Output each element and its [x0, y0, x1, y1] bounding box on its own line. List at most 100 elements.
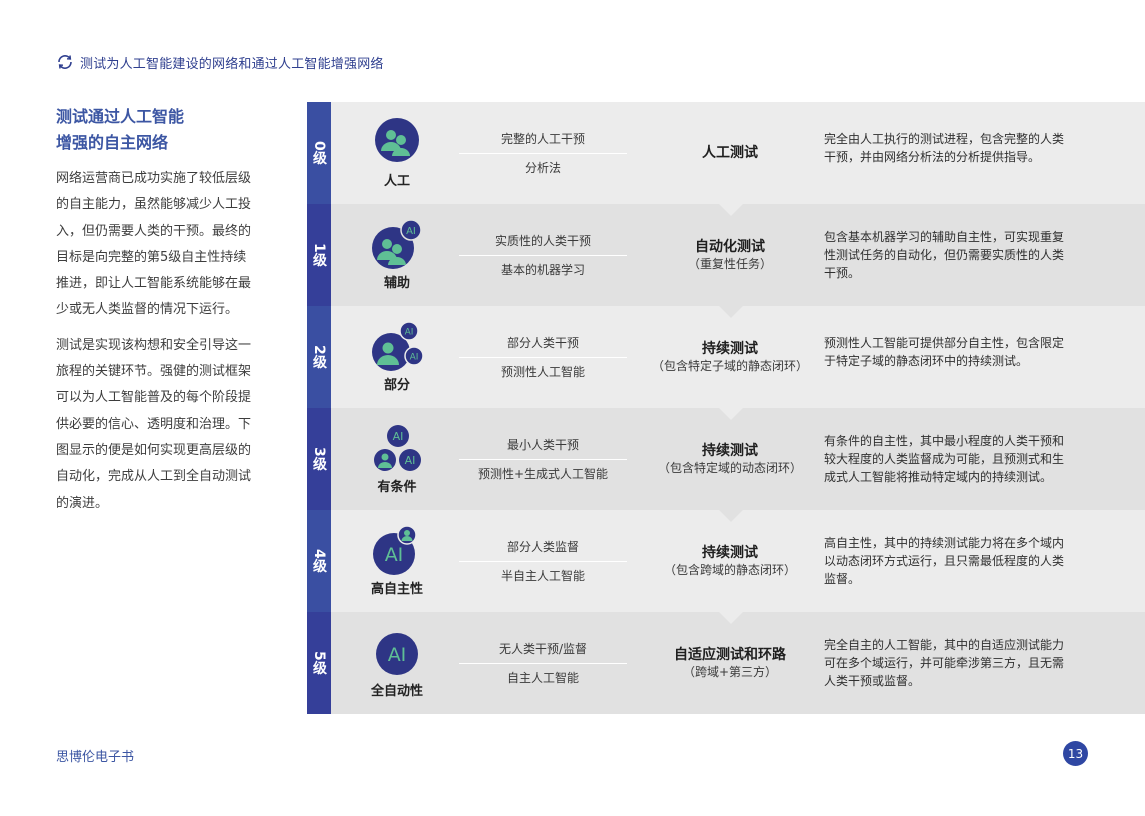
level-name: 有条件 [377, 479, 417, 495]
ai-capability: 基本的机器学习 [500, 262, 585, 277]
level-name: 全自动性 [370, 683, 423, 699]
human-intervention: 无人类干预/监督 [498, 641, 588, 656]
level-row-2: 2级 AI AI 部分 部分人类干预 预测性人工智能 持续测试 （包含特定子域的… [307, 306, 1145, 408]
description-column: 有条件的自主性，其中最小程度的人类干预和较大程度的人类监督成为可能，且预测式和生… [824, 408, 1074, 510]
ai-capability: 自主人工智能 [506, 670, 579, 685]
intervention-column: 实质性的人类干预 基本的机器学习 [459, 204, 627, 306]
level-row-4: 4级 AI 高自主性 部分人类监督 半自主人工智能 持续测试 （包含跨域的静态闭… [307, 510, 1145, 612]
test-mode-detail: （包含特定域的动态闭环） [657, 461, 802, 475]
section-title-line2: 增强的自主网络 [56, 133, 169, 152]
svg-text:AI: AI [410, 352, 419, 362]
test-mode: 自适应测试和环路 [674, 647, 786, 663]
person-two-ai-icon: AI AI [367, 320, 427, 372]
level-description: 有条件的自主性，其中最小程度的人类干预和较大程度的人类监督成为可能，且预测式和生… [824, 434, 1065, 484]
two-people-one-ai-icon: AI [367, 218, 427, 270]
divider [459, 560, 627, 562]
ai-capability: 预测性+生成式人工智能 [477, 466, 609, 481]
level-bar: 4级 [307, 510, 331, 612]
level-label: 2级 [311, 345, 327, 369]
level-row-3: 3级 AI AI 有条件 最小人类干预 预测性+生成式人工智能 持续测试 （包含… [307, 408, 1145, 510]
header-title: 测试为人工智能建设的网络和通过人工智能增强网络 [80, 56, 384, 72]
level-label: 1级 [311, 243, 327, 267]
svg-text:AI: AI [385, 544, 404, 566]
test-mode-detail: （包含特定子域的静态闭环） [651, 359, 808, 373]
page-number: 13 [1063, 741, 1088, 766]
test-mode: 持续测试 [702, 341, 758, 357]
test-mode-column: 持续测试 （包含特定子域的静态闭环） [637, 306, 823, 408]
level-bar: 3级 [307, 408, 331, 510]
test-mode-detail: （包含跨域的静态闭环） [663, 563, 796, 577]
refresh-icon [56, 53, 74, 71]
human-intervention: 部分人类干预 [506, 335, 579, 350]
divider [459, 152, 627, 154]
page-header: 测试为人工智能建设的网络和通过人工智能增强网络 [56, 52, 384, 72]
divider [459, 458, 627, 460]
divider [459, 356, 627, 358]
two-people-icon [367, 117, 427, 168]
level-label: 4级 [311, 549, 327, 573]
intervention-column: 部分人类干预 预测性人工智能 [459, 306, 627, 408]
human-intervention: 完整的人工干预 [500, 131, 585, 146]
svg-text:AI: AI [405, 454, 416, 467]
level-name: 部分 [383, 377, 410, 393]
svg-text:AI: AI [388, 644, 407, 666]
section-title-line1: 测试通过人工智能 [56, 107, 185, 126]
level-icon-column: AI 全自动性 [357, 612, 437, 714]
level-row-0: 0级 人工 完整的人工干预 分析法 人工测试 完全由人工执行的测试进程，包含完整… [307, 102, 1145, 204]
level-bar: 5级 [307, 612, 331, 714]
ai-capability: 分析法 [524, 160, 561, 175]
human-intervention: 最小人类干预 [506, 437, 579, 452]
level-name: 辅助 [383, 275, 410, 291]
level-label: 5级 [311, 651, 327, 675]
level-bar: 0级 [307, 102, 331, 204]
description-column: 高自主性，其中的持续测试能力将在多个域内以动态闭环方式运行，且只需最低程度的人类… [824, 510, 1074, 612]
test-mode-column: 持续测试 （包含特定域的动态闭环） [637, 408, 823, 510]
test-mode-column: 持续测试 （包含跨域的静态闭环） [637, 510, 823, 612]
divider [459, 662, 627, 664]
test-mode-column: 自适应测试和环路 （跨域+第三方） [637, 612, 823, 714]
intervention-column: 无人类干预/监督 自主人工智能 [459, 612, 627, 714]
level-icon-column: AI AI 部分 [357, 306, 437, 408]
level-bar: 1级 [307, 204, 331, 306]
test-mode: 持续测试 [702, 443, 758, 459]
test-mode: 自动化测试 [695, 239, 765, 255]
level-icon-column: 人工 [357, 102, 437, 204]
intervention-column: 最小人类干预 预测性+生成式人工智能 [459, 408, 627, 510]
level-icon-column: AI 辅助 [357, 204, 437, 306]
small-person-two-ai-icon: AI AI [367, 424, 427, 474]
svg-text:AI: AI [393, 430, 404, 443]
svg-text:AI: AI [406, 226, 416, 237]
level-label: 0级 [311, 141, 327, 165]
ai-capability: 预测性人工智能 [500, 364, 585, 379]
level-icon-column: AI AI 有条件 [357, 408, 437, 510]
ai-capability: 半自主人工智能 [500, 568, 585, 583]
divider [459, 254, 627, 256]
level-row-5: 5级 AI 全自动性 无人类干预/监督 自主人工智能 自适应测试和环路 （跨域+… [307, 612, 1145, 714]
test-mode-column: 自动化测试 （重复性任务） [637, 204, 823, 306]
ai-icon: AI [367, 628, 427, 678]
level-description: 高自主性，其中的持续测试能力将在多个域内以动态闭环方式运行，且只需最低程度的人类… [824, 536, 1065, 586]
level-name: 人工 [383, 173, 410, 189]
description-column: 预测性人工智能可提供部分自主性，包含限定于特定子域的静态闭环中的持续测试。 [824, 306, 1074, 408]
ai-with-person-icon: AI [367, 524, 427, 576]
level-bar: 2级 [307, 306, 331, 408]
description-column: 包含基本机器学习的辅助自主性，可实现重复性测试任务的自动化，但仍需要实质性的人类… [824, 204, 1074, 306]
intro-paragraph-1: 网络运营商已成功实施了较低层级的自主能力，虽然能够减少人工投入，但仍需要人类的干… [56, 171, 252, 318]
human-intervention: 部分人类监督 [506, 539, 579, 554]
intro-paragraph-2: 测试是实现该构想和安全引导这一旅程的关键环节。强健的测试框架可以为人工智能普及的… [56, 337, 252, 511]
test-mode: 人工测试 [702, 145, 758, 161]
level-icon-column: AI 高自主性 [357, 510, 437, 612]
svg-text:AI: AI [405, 327, 414, 337]
test-mode-column: 人工测试 [637, 102, 823, 204]
description-column: 完全由人工执行的测试进程，包含完整的人类干预，并由网络分析法的分析提供指导。 [824, 102, 1074, 204]
description-column: 完全自主的人工智能，其中的自适应测试能力可在多个域运行，并可能牵涉第三方，且无需… [824, 612, 1074, 714]
level-description: 包含基本机器学习的辅助自主性，可实现重复性测试任务的自动化，但仍需要实质性的人类… [824, 230, 1065, 280]
level-name: 高自主性 [370, 581, 423, 597]
level-description: 完全自主的人工智能，其中的自适应测试能力可在多个域运行，并可能牵涉第三方，且无需… [824, 638, 1065, 688]
test-mode: 持续测试 [702, 545, 758, 561]
human-intervention: 实质性的人类干预 [494, 233, 591, 248]
test-mode-detail: （重复性任务） [687, 257, 772, 271]
intervention-column: 完整的人工干预 分析法 [459, 102, 627, 204]
level-label: 3级 [311, 447, 327, 471]
level-row-1: 1级 AI 辅助 实质性的人类干预 基本的机器学习 自动化测试 （重复性任务） … [307, 204, 1145, 306]
